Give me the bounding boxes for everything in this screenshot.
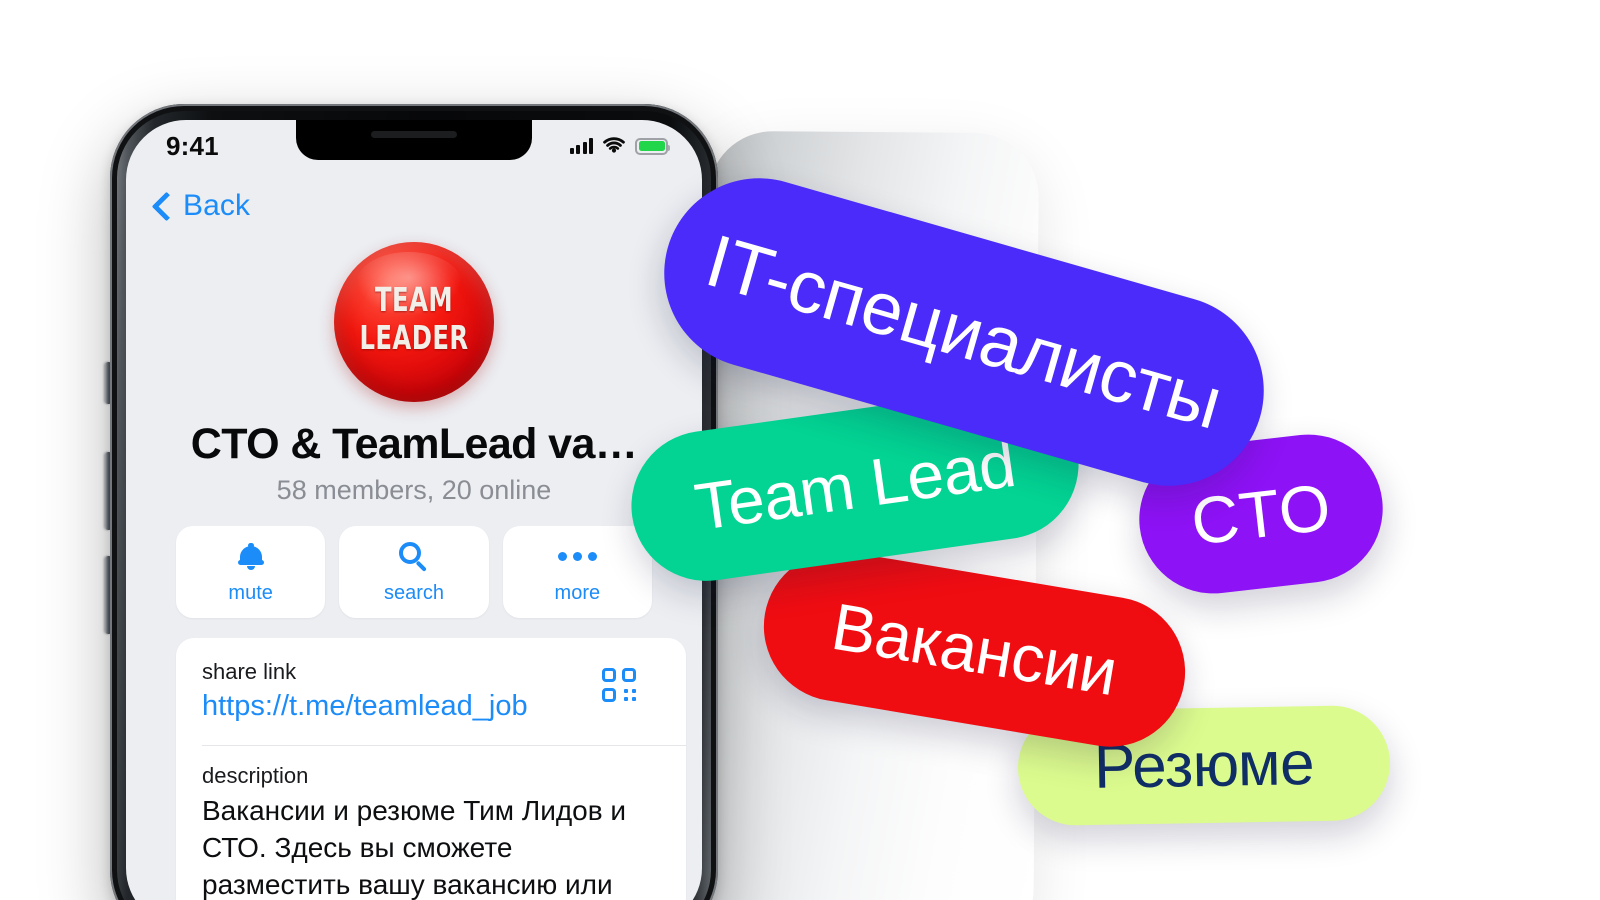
phone-screen: 9:41 Back TEAM LEADER CTO & TeamLead va…… [126, 120, 702, 900]
volume-down-button[interactable] [105, 556, 112, 634]
member-count: 58 members, 20 online [276, 475, 552, 505]
avatar[interactable]: TEAM LEADER [334, 242, 494, 402]
profile-header: TEAM LEADER CTO & TeamLead va… 58 member… [126, 242, 702, 506]
avatar-line-2: LEADER [359, 318, 469, 357]
more-button-label: more [554, 581, 601, 604]
battery-icon [635, 137, 670, 155]
screenshot-canvas: 9:41 Back TEAM LEADER CTO & TeamLead va…… [0, 0, 1600, 900]
more-button[interactable]: more [502, 526, 652, 618]
navigation-bar: Back [126, 176, 702, 236]
info-card: share link https://t.me/teamlead_job des… [176, 638, 686, 900]
mute-button[interactable]: mute [176, 526, 326, 618]
tag-pill-vacancies-label: Вакансии [826, 588, 1123, 710]
search-icon [397, 540, 431, 574]
back-button-label: Back [183, 189, 251, 222]
qr-code-icon[interactable] [602, 668, 640, 706]
page-title: CTO & TeamLead va… [190, 420, 638, 468]
ellipsis-icon [557, 540, 597, 574]
action-buttons-row: mute search more [126, 526, 702, 618]
tag-pill-team-lead-label: Team Lead [690, 425, 1020, 545]
status-bar: 9:41 [126, 120, 702, 172]
wifi-icon [603, 137, 625, 153]
phone-device: 9:41 Back TEAM LEADER CTO & TeamLead va…… [105, 104, 718, 900]
back-button[interactable]: Back [151, 189, 251, 223]
avatar-line-1: TEAM [375, 280, 453, 319]
tag-pill-cto-label: CTO [1187, 469, 1335, 559]
share-link-row[interactable]: share link https://t.me/teamlead_job [176, 658, 686, 745]
search-button[interactable]: search [339, 526, 489, 618]
bell-icon [234, 540, 268, 574]
status-clock: 9:41 [166, 130, 219, 161]
share-link-value[interactable]: https://t.me/teamlead_job [202, 688, 660, 726]
mute-switch-button[interactable] [105, 362, 112, 404]
share-link-label: share link [202, 659, 297, 684]
search-button-label: search [383, 581, 444, 604]
cellular-bars-icon [569, 138, 593, 154]
volume-up-button[interactable] [105, 452, 112, 530]
description-body: Вакансии и резюме Тим Лидов и СТО. Здесь… [202, 794, 627, 900]
mute-button-label: mute [228, 581, 273, 604]
description-text: Вакансии и резюме Тим Лидов и СТО. Здесь… [202, 793, 660, 900]
description-row: description Вакансии и резюме Тим Лидов … [176, 746, 686, 900]
status-indicators [569, 137, 670, 155]
description-label: description [202, 763, 309, 789]
chevron-left-icon [151, 191, 182, 221]
